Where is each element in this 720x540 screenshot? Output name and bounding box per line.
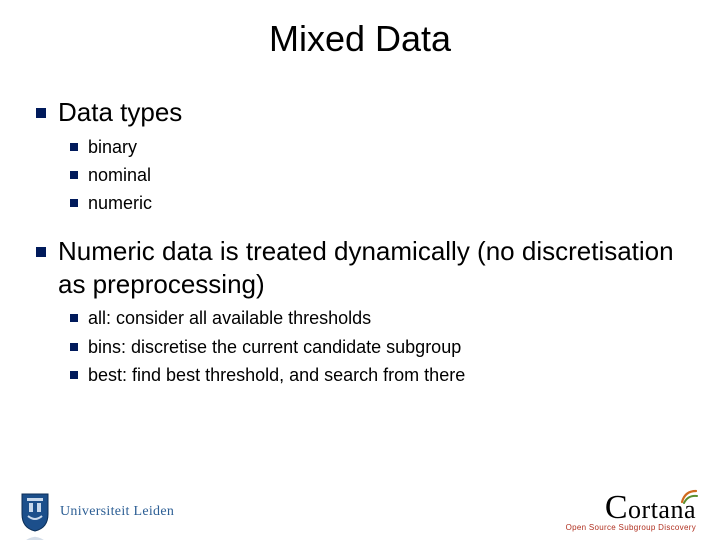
slide-title: Mixed Data [0, 18, 720, 60]
cortana-logo: Cortana Open Source Subgroup Discovery [566, 491, 696, 532]
university-name: Universiteit Leiden [60, 504, 174, 520]
bullet-l2: binary [70, 135, 680, 159]
cortana-c: C [605, 491, 628, 525]
bullet-l2: best: find best threshold, and search fr… [70, 363, 680, 387]
bullet-l2-text: nominal [88, 163, 680, 187]
cortana-subtitle: Open Source Subgroup Discovery [566, 523, 696, 532]
square-bullet-icon [36, 247, 46, 257]
bullet-l1: Data types [36, 96, 680, 129]
square-bullet-icon [70, 343, 78, 351]
bullet-l2-text: best: find best threshold, and search fr… [88, 363, 680, 387]
swoosh-icon [680, 488, 698, 504]
bullet-l2-text: all: consider all available thresholds [88, 306, 680, 330]
bullet-l1-text: Numeric data is treated dynamically (no … [58, 235, 680, 300]
logo-reflection: Universiteit Leiden [18, 536, 174, 540]
square-bullet-icon [70, 143, 78, 151]
bullet-l2: nominal [70, 163, 680, 187]
bullet-l2-text: bins: discretise the current candidate s… [88, 335, 680, 359]
bullet-l2-text: numeric [88, 191, 680, 215]
slide: Mixed Data Data types binary nominal num… [0, 0, 720, 540]
bullet-l2: bins: discretise the current candidate s… [70, 335, 680, 359]
slide-body: Data types binary nominal numeric Numeri… [36, 92, 680, 391]
square-bullet-icon [70, 314, 78, 322]
bullet-l2-text: binary [88, 135, 680, 159]
square-bullet-icon [70, 171, 78, 179]
bullet-l1-text: Data types [58, 96, 680, 129]
bullet-l1: Numeric data is treated dynamically (no … [36, 235, 680, 300]
crest-icon [18, 492, 52, 532]
square-bullet-icon [70, 199, 78, 207]
bullet-l2: all: consider all available thresholds [70, 306, 680, 330]
cortana-name: Cortana [566, 491, 696, 525]
bullet-l2: numeric [70, 191, 680, 215]
university-logo: Universiteit Leiden Universiteit Leiden [18, 492, 174, 532]
square-bullet-icon [36, 108, 46, 118]
footer: Universiteit Leiden Universiteit Leiden … [0, 482, 720, 540]
square-bullet-icon [70, 371, 78, 379]
